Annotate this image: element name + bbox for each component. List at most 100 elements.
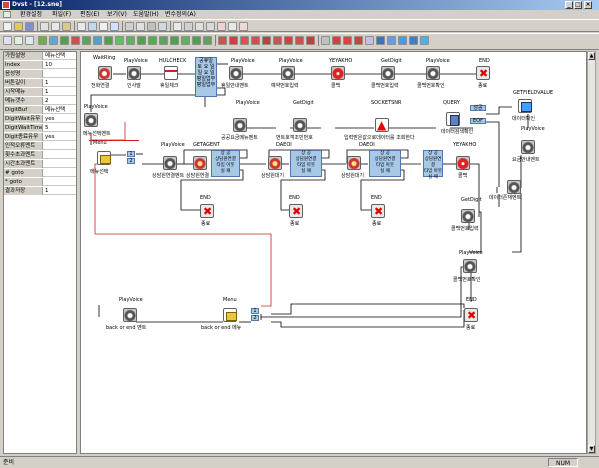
property-row[interactable]: 횟수초과멘트: [4, 151, 76, 159]
node-blue-icon[interactable]: [387, 36, 396, 45]
playvoice-node-icon[interactable]: [463, 259, 477, 273]
node-green-icon[interactable]: [104, 36, 113, 45]
close-button[interactable]: ×: [584, 1, 592, 9]
property-row[interactable]: Index 10: [4, 61, 76, 69]
scroll-up-button[interactable]: ▲: [588, 52, 595, 60]
find-icon[interactable]: [88, 22, 97, 31]
node-green-icon[interactable]: [192, 36, 201, 45]
delete-icon[interactable]: [239, 22, 248, 31]
vertical-scrollbar[interactable]: ▲ ▼: [587, 51, 596, 454]
getdigit-node-icon[interactable]: [293, 118, 307, 132]
end-node-icon[interactable]: [464, 308, 478, 322]
getdigit-node-icon[interactable]: [381, 66, 395, 80]
node-red-icon[interactable]: [343, 36, 352, 45]
property-value[interactable]: 1: [45, 79, 49, 87]
playvoice-node-icon[interactable]: [123, 308, 137, 322]
node-red-icon[interactable]: [262, 36, 271, 45]
prop-icon[interactable]: [184, 22, 193, 31]
end-node-icon[interactable]: [289, 204, 303, 218]
menu-node-icon[interactable]: [97, 151, 111, 165]
menu-view[interactable]: 보기(V): [107, 10, 127, 19]
property-row[interactable]: 시간초과멘트: [4, 160, 76, 168]
node-blue-icon[interactable]: [420, 36, 429, 45]
cut-icon[interactable]: [40, 22, 49, 31]
hulcheck-node-icon[interactable]: [164, 66, 178, 80]
property-value[interactable]: 5: [45, 124, 49, 132]
doc-icon[interactable]: [173, 22, 182, 31]
socketsnr-node-icon[interactable]: [375, 118, 389, 132]
node-green-icon[interactable]: [203, 36, 212, 45]
property-row[interactable]: * goto: [4, 178, 76, 186]
node-green-icon[interactable]: [115, 36, 124, 45]
as-icon[interactable]: [3, 36, 12, 45]
property-value[interactable]: 메뉴선택: [45, 106, 65, 114]
check-icon[interactable]: [195, 22, 204, 31]
node-red-icon[interactable]: [284, 36, 293, 45]
query-node-icon[interactable]: [446, 112, 460, 126]
property-row[interactable]: 가원설명 메뉴선택: [4, 52, 76, 60]
menu-variables[interactable]: 변수정의(A): [165, 10, 196, 19]
playvoice-node-icon[interactable]: [426, 66, 440, 80]
property-row[interactable]: 메뉴갯수 2: [4, 97, 76, 105]
node-red-icon[interactable]: [240, 36, 249, 45]
property-row[interactable]: DigitBuf 메뉴선택: [4, 106, 76, 114]
doc-icon[interactable]: [3, 11, 11, 18]
query-eof-port[interactable]: EOF: [470, 118, 486, 124]
property-row[interactable]: Digit종료유무 yes: [4, 133, 76, 141]
property-row[interactable]: 인적오류멘트: [4, 142, 76, 150]
daeoi-branch-box[interactable]: 상 공 상담원연결 타임 아웃 실 패: [423, 150, 443, 180]
property-row[interactable]: 음성명: [4, 70, 76, 78]
property-value[interactable]: 1: [45, 88, 49, 96]
daeoi-branch-box[interactable]: 상 공 상담원연결 타임 아웃 실 패: [369, 150, 401, 177]
node-blue-icon[interactable]: [398, 36, 407, 45]
menu-node-icon[interactable]: [223, 308, 237, 322]
menu-port[interactable]: 1: [251, 308, 259, 314]
daeoi-branch-box[interactable]: 상 공 상담원연결 타임 아웃 실 패: [290, 150, 322, 177]
property-row[interactable]: 결과저장 1: [4, 187, 76, 195]
property-value[interactable]: 10: [45, 61, 52, 69]
ip-icon[interactable]: [14, 36, 23, 45]
property-row[interactable]: 버튼길이 1: [4, 79, 76, 87]
yeyakho-node-icon[interactable]: [331, 66, 345, 80]
node-green-icon[interactable]: [82, 36, 91, 45]
playvoice-node-icon[interactable]: [281, 66, 295, 80]
maximize-button[interactable]: □: [574, 1, 582, 9]
new-icon[interactable]: [3, 22, 12, 31]
node-red-icon[interactable]: [218, 36, 227, 45]
node-blue-icon[interactable]: [93, 36, 102, 45]
property-value[interactable]: yes: [45, 133, 55, 141]
end-node-icon[interactable]: [371, 204, 385, 218]
node-red-icon[interactable]: [273, 36, 282, 45]
menu-port[interactable]: 2: [127, 158, 135, 164]
node-red-icon[interactable]: [295, 36, 304, 45]
getfieldvalue-node-icon[interactable]: [518, 99, 532, 113]
font-icon[interactable]: [99, 22, 108, 31]
property-value[interactable]: yes: [45, 115, 55, 123]
ini-icon[interactable]: [110, 22, 119, 31]
property-row[interactable]: DigitWait유무 yes: [4, 115, 76, 123]
open-icon[interactable]: [14, 22, 23, 31]
node-red-icon[interactable]: [354, 36, 363, 45]
playvoice-node-icon[interactable]: [84, 113, 98, 127]
node-red-icon[interactable]: [251, 36, 260, 45]
flow-canvas[interactable]: WaitRing 전화연결 PlayVoice 인사말 HULCHECK 휴일체…: [80, 51, 587, 454]
node-green-icon[interactable]: [159, 36, 168, 45]
run-icon[interactable]: [228, 22, 237, 31]
node-green-icon[interactable]: [38, 36, 47, 45]
menu-port[interactable]: 1: [127, 151, 135, 157]
node-green-icon[interactable]: [148, 36, 157, 45]
playvoice-node-icon[interactable]: [229, 66, 243, 80]
playvoice-node-icon[interactable]: [233, 118, 247, 132]
daeoi-node-icon[interactable]: [268, 156, 282, 170]
debug-icon[interactable]: [206, 22, 215, 31]
scroll-down-button[interactable]: ▼: [588, 445, 595, 453]
node-green-icon[interactable]: [126, 36, 135, 45]
print-icon[interactable]: [77, 22, 86, 31]
menu-port[interactable]: 2: [251, 315, 259, 321]
property-value[interactable]: 2: [45, 97, 49, 105]
property-row[interactable]: 시작메뉴 1: [4, 88, 76, 96]
playvoice-node-icon[interactable]: [127, 66, 141, 80]
yeyakho-node-icon[interactable]: [456, 156, 470, 170]
menu-settings[interactable]: 환경설정: [20, 10, 42, 19]
node-red-icon[interactable]: [71, 36, 80, 45]
